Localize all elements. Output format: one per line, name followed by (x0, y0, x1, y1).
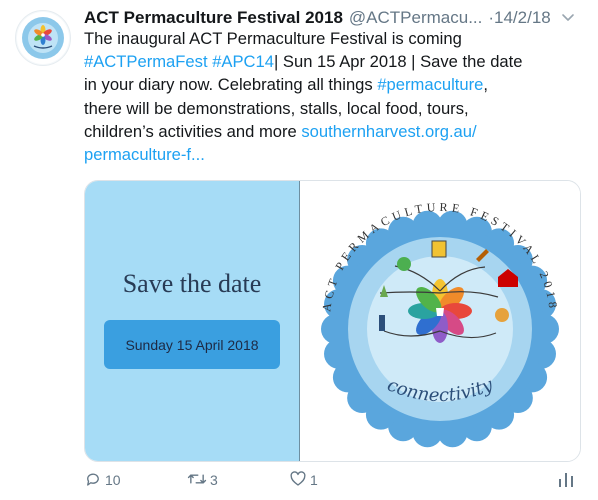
like-button[interactable]: 1 (289, 466, 318, 494)
tweet-timestamp[interactable]: ·14/2/18 (488, 8, 550, 28)
hashtag-link[interactable]: #ACTPermaFest (84, 52, 208, 71)
save-the-date-title: Save the date (122, 269, 262, 298)
reply-icon (84, 470, 105, 491)
tweet-text-line: in your diary now. Celebrating all thing… (84, 73, 584, 96)
tweet-media-card[interactable]: Save the date Sunday 15 April 2018 ACT P… (84, 180, 581, 462)
url-link[interactable]: southernharvest.org.au/ (301, 122, 476, 141)
tweet-text-segment: The inaugural ACT Permaculture Festival … (84, 29, 462, 48)
festival-logo-panel: ACT PERMACULTURE FESTIVAL 2018 connectiv… (300, 181, 580, 461)
tweet-text-segment: there will be demonstrations, stalls, lo… (84, 98, 469, 118)
like-count: 1 (310, 472, 318, 488)
avatar[interactable] (15, 10, 71, 66)
reply-button[interactable]: 10 (84, 466, 121, 494)
save-the-date-panel: Save the date Sunday 15 April 2018 (85, 181, 300, 461)
chevron-down-icon[interactable] (558, 7, 578, 27)
tweet-actions: 10 3 1 (84, 466, 584, 494)
tweet-text-line: #ACTPermaFest #APC14| Sun 15 Apr 2018 | … (84, 50, 584, 73)
tweet-text-segment: | Sun 15 Apr 2018 | Save the date (274, 52, 523, 72)
tweet-text-segment: , (483, 75, 489, 95)
tweet-text-segment: children’s activities and more (84, 121, 302, 141)
tweet-text-line: The inaugural ACT Permaculture Festival … (84, 27, 584, 50)
url-link[interactable]: permaculture-f... (84, 145, 205, 164)
author-handle[interactable]: @ACTPermacu... (349, 8, 482, 28)
analytics-button[interactable] (558, 466, 577, 494)
author-name[interactable]: ACT Permaculture Festival 2018 (84, 8, 343, 28)
festival-emblem-icon: ACT PERMACULTURE FESTIVAL 2018 connectiv… (319, 200, 559, 448)
event-date-button[interactable]: Sunday 15 April 2018 (104, 320, 280, 369)
festival-logo-icon (17, 12, 69, 64)
hashtag-link[interactable]: #APC14 (212, 52, 274, 71)
retweet-count: 3 (210, 472, 218, 488)
hashtag-link[interactable]: #permaculture (377, 75, 483, 94)
tweet-text-line: permaculture-f... (84, 143, 584, 166)
analytics-icon (558, 470, 577, 491)
tweet-text-line: children’s activities and more southernh… (84, 120, 584, 143)
tweet-text-line: there will be demonstrations, stalls, lo… (84, 97, 584, 120)
heart-icon (289, 470, 310, 491)
tweet-text: The inaugural ACT Permaculture Festival … (84, 27, 584, 166)
tweet-text-segment: in your diary now. Celebrating all thing… (84, 75, 378, 95)
retweet-icon (187, 470, 210, 491)
retweet-button[interactable]: 3 (187, 466, 218, 494)
reply-count: 10 (105, 472, 121, 488)
